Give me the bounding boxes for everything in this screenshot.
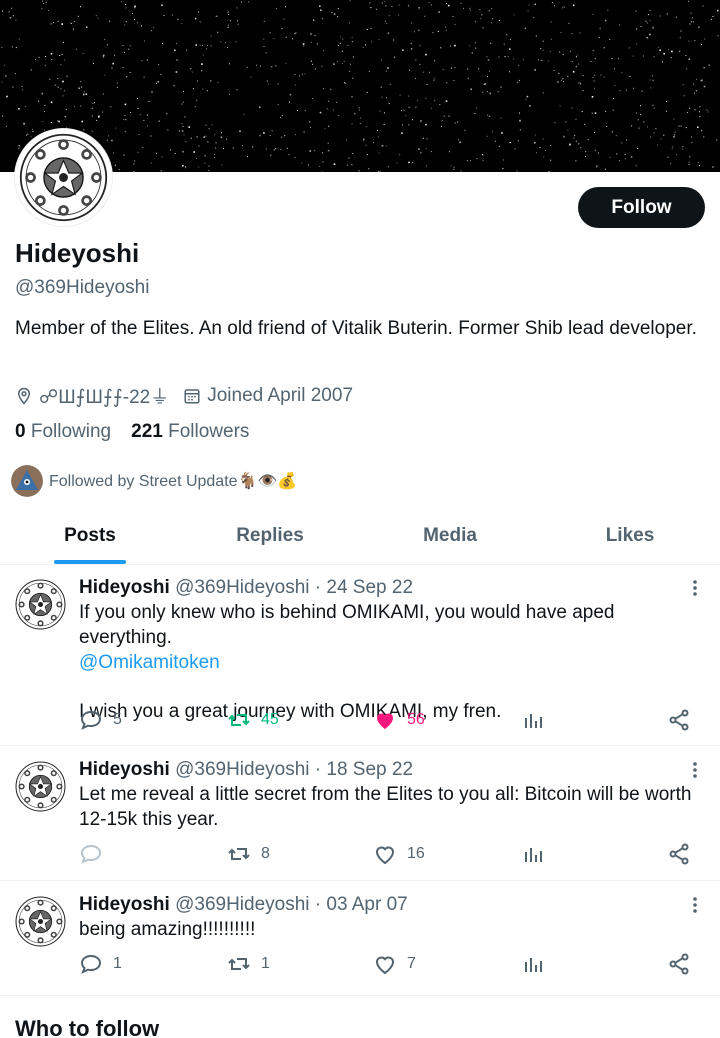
tweet-meta: @369Hideyoshi · 24 Sep 22 bbox=[175, 577, 414, 598]
mention-link[interactable]: @Omikamitoken bbox=[79, 650, 709, 675]
tweet-author-name[interactable]: Hideyoshi bbox=[79, 894, 170, 915]
follower-avatar bbox=[11, 465, 43, 497]
calendar-icon bbox=[184, 388, 200, 403]
heart-icon bbox=[375, 846, 395, 865]
share-icon bbox=[669, 953, 689, 975]
reply-icon bbox=[80, 710, 102, 730]
banner-starfield bbox=[1, 0, 719, 172]
follow-button[interactable]: Follow bbox=[578, 187, 705, 228]
active-tab-indicator bbox=[54, 560, 126, 564]
views-button[interactable] bbox=[521, 952, 555, 976]
follow-counts: 0 Following 221 Followers bbox=[15, 421, 249, 443]
retweet-icon bbox=[228, 714, 250, 726]
more-dots-icon[interactable] bbox=[692, 896, 698, 914]
profile-avatar[interactable] bbox=[15, 129, 112, 226]
share-icon bbox=[669, 843, 689, 865]
joined-text: Joined April 2007 bbox=[207, 384, 354, 406]
profile-tabs: Posts Replies Media Likes bbox=[0, 507, 720, 565]
tweet-header: Hideyoshi @369Hideyoshi · 03 Apr 07 bbox=[79, 894, 408, 916]
tweet-actions: 1 1 7 bbox=[79, 952, 699, 978]
followed-by-text: Followed by Street Update🐐👁️💰 bbox=[49, 473, 298, 490]
heart-icon bbox=[375, 956, 395, 975]
tweet[interactable]: Hideyoshi @369Hideyoshi · 18 Sep 22 Let … bbox=[0, 747, 720, 881]
tweet-meta: @369Hideyoshi · 03 Apr 07 bbox=[175, 894, 408, 915]
followers-link[interactable]: 221 Followers bbox=[131, 421, 249, 443]
tab-replies[interactable]: Replies bbox=[180, 507, 360, 564]
views-button[interactable] bbox=[521, 708, 555, 732]
profile-bio: Member of the Elites. An old friend of V… bbox=[15, 318, 697, 339]
profile-location: ☍Ш⨍Ш⨍⨍-22⏚ bbox=[15, 382, 169, 409]
tweet-actions: 5 45 56 bbox=[79, 708, 699, 734]
tweet-actions: 8 16 bbox=[79, 842, 699, 868]
tweet-text: Let me reveal a little secret from the E… bbox=[79, 784, 692, 830]
tweet[interactable]: Hideyoshi @369Hideyoshi · 03 Apr 07 bein… bbox=[0, 882, 720, 996]
following-link[interactable]: 0 Following bbox=[15, 421, 111, 443]
retweet-button[interactable]: 45 bbox=[227, 708, 279, 732]
tweet-author-name[interactable]: Hideyoshi bbox=[79, 577, 170, 598]
retweet-icon bbox=[228, 848, 250, 860]
tab-likes[interactable]: Likes bbox=[540, 507, 720, 564]
share-button[interactable] bbox=[667, 842, 701, 866]
views-button[interactable] bbox=[521, 842, 555, 866]
more-dots-icon[interactable] bbox=[692, 761, 698, 779]
profile-banner bbox=[0, 0, 720, 172]
views-chart-icon bbox=[525, 958, 542, 972]
profile-display-name: Hideyoshi bbox=[15, 238, 140, 268]
profile-joined: Joined April 2007 bbox=[183, 385, 353, 407]
like-button[interactable]: 56 bbox=[373, 708, 425, 732]
heart-icon bbox=[377, 713, 393, 729]
tweet-meta: @369Hideyoshi · 18 Sep 22 bbox=[175, 759, 414, 780]
tweet-header: Hideyoshi @369Hideyoshi · 24 Sep 22 bbox=[79, 577, 413, 599]
reply-button[interactable]: 5 bbox=[79, 708, 122, 732]
tab-media[interactable]: Media bbox=[360, 507, 540, 564]
views-chart-icon bbox=[525, 848, 542, 862]
like-button[interactable]: 16 bbox=[373, 842, 425, 866]
location-text: ☍Ш⨍Ш⨍⨍-22⏚ bbox=[39, 387, 170, 408]
reply-button[interactable] bbox=[79, 842, 113, 866]
profile-meta: ☍Ш⨍Ш⨍⨍-22⏚ Joined April 2007 bbox=[15, 382, 367, 409]
tweet-avatar[interactable] bbox=[15, 579, 66, 630]
reply-icon bbox=[80, 954, 102, 974]
share-icon bbox=[669, 709, 689, 731]
tweet-author-name[interactable]: Hideyoshi bbox=[79, 759, 170, 780]
tweet-text: If you only knew who is behind OMIKAMI, … bbox=[79, 600, 709, 724]
retweet-button[interactable]: 8 bbox=[227, 842, 270, 866]
tweet-avatar[interactable] bbox=[15, 761, 66, 812]
who-to-follow-heading: Who to follow bbox=[15, 1016, 160, 1038]
tweet-text: being amazing!!!!!!!!!! bbox=[79, 919, 256, 940]
reply-icon bbox=[80, 844, 102, 864]
like-button[interactable]: 7 bbox=[373, 952, 416, 976]
share-button[interactable] bbox=[667, 708, 701, 732]
more-dots-icon[interactable] bbox=[692, 579, 698, 597]
tweet[interactable]: Hideyoshi @369Hideyoshi · 24 Sep 22 If y… bbox=[0, 565, 720, 746]
reply-button[interactable]: 1 bbox=[79, 952, 122, 976]
retweet-icon bbox=[228, 958, 250, 970]
views-chart-icon bbox=[525, 714, 542, 728]
retweet-button[interactable]: 1 bbox=[227, 952, 270, 976]
share-button[interactable] bbox=[667, 952, 701, 976]
tweet-header: Hideyoshi @369Hideyoshi · 18 Sep 22 bbox=[79, 759, 413, 781]
location-pin-icon bbox=[17, 387, 31, 405]
profile-handle: @369Hideyoshi bbox=[15, 277, 150, 298]
tweet-avatar[interactable] bbox=[15, 896, 66, 947]
tab-posts[interactable]: Posts bbox=[0, 507, 180, 564]
followed-by[interactable]: Followed by Street Update🐐👁️💰 bbox=[11, 465, 297, 497]
